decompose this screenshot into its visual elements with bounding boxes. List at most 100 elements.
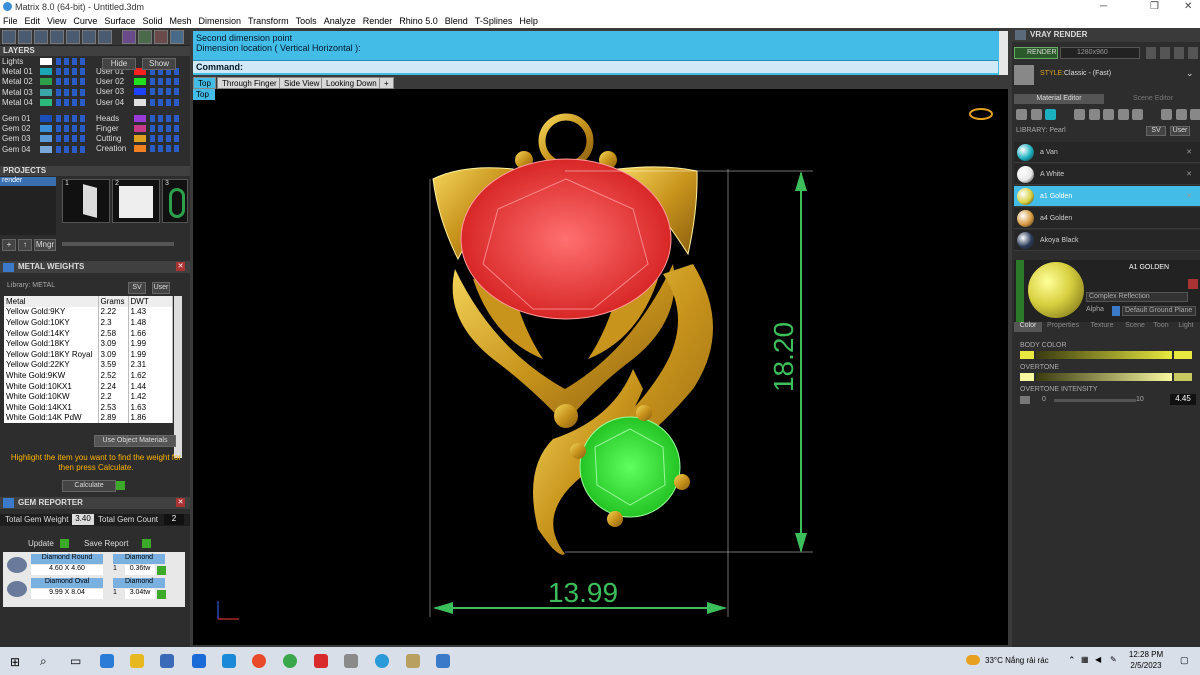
layer-color-swatch[interactable] [134, 145, 146, 153]
layer-toggle-icon[interactable] [158, 114, 163, 122]
material-delete-icon[interactable] [1188, 279, 1198, 289]
table-row[interactable]: Yellow Gold:10KY 2.3 1.48 [4, 317, 173, 328]
task-view-icon[interactable]: ▭ [70, 654, 81, 668]
layer-toggle-icon[interactable] [64, 125, 69, 133]
layer-toggle-icon[interactable] [166, 78, 171, 86]
layer-color-swatch[interactable] [134, 125, 146, 132]
chrome-alt-icon[interactable] [283, 654, 297, 668]
tab-material-editor[interactable]: Material Editor [1014, 94, 1104, 104]
gem-select-icon[interactable] [157, 590, 166, 599]
calculate-go-icon[interactable] [116, 481, 125, 490]
app-blue-icon[interactable] [436, 654, 450, 668]
tab-scene[interactable]: Scene [1122, 322, 1148, 329]
table-row[interactable]: White Gold:14K PdW 2.89 1.86 [4, 412, 173, 424]
close-button[interactable]: ✕ [1184, 1, 1192, 12]
layer-color-swatch[interactable] [40, 115, 52, 122]
menu-dimension[interactable]: Dimension [198, 16, 241, 26]
layer-color-swatch[interactable] [40, 135, 52, 143]
render-button[interactable]: RENDER [1014, 47, 1058, 59]
layer-toggle-icon[interactable] [150, 135, 155, 143]
store-icon[interactable] [160, 654, 174, 668]
layer-toggle-icon[interactable] [56, 125, 61, 133]
table-row[interactable]: White Gold:10KX1 2.24 1.44 [4, 380, 173, 392]
layer-toggle-icon[interactable] [80, 58, 85, 65]
chrome-icon[interactable] [252, 654, 266, 668]
zalo-icon[interactable] [222, 654, 236, 668]
table-row[interactable]: Yellow Gold:18KY Royal 3.09 1.99 [4, 348, 173, 360]
layer-toggle-icon[interactable] [174, 88, 179, 96]
layer-toggle-icon[interactable] [158, 145, 163, 153]
menu-transform[interactable]: Transform [248, 16, 289, 26]
save-report-go-icon[interactable] [142, 539, 151, 548]
layer-toggle-icon[interactable] [174, 125, 179, 132]
gem-reporter-close-icon[interactable]: ✕ [176, 498, 185, 507]
toolbar-filter-icon[interactable] [66, 30, 80, 44]
toolbar-select-icon[interactable] [98, 30, 112, 44]
material-list-item[interactable]: a4 Golden [1014, 208, 1200, 229]
style-chevron-down-icon[interactable]: ⌄ [1186, 68, 1194, 79]
file-explorer-icon[interactable] [130, 654, 144, 668]
preview-collapse-icon[interactable] [1016, 260, 1024, 322]
tray-language-icon[interactable]: ✎ [1110, 655, 1117, 664]
metal-lib-sv-button[interactable]: SV [128, 282, 146, 294]
layer-color-swatch[interactable] [40, 58, 52, 65]
layer-toggle-icon[interactable] [158, 78, 163, 86]
toolbar-print-icon[interactable] [34, 30, 48, 44]
material-cloud-icon[interactable] [1161, 109, 1172, 120]
render-view-icon[interactable] [1174, 47, 1184, 59]
menu-edit[interactable]: Edit [25, 16, 41, 26]
layer-toggle-icon[interactable] [80, 88, 85, 96]
layer-color-swatch[interactable] [134, 114, 146, 122]
layer-toggle-icon[interactable] [56, 115, 61, 122]
tab-top[interactable]: Top [193, 77, 216, 89]
layer-toggle-icon[interactable] [174, 98, 179, 106]
table-row[interactable]: Yellow Gold:22KY 3.59 2.31 [4, 359, 173, 371]
calculate-button[interactable]: Calculate [62, 480, 116, 492]
layer-toggle-icon[interactable] [64, 58, 69, 65]
layer-toggle-icon[interactable] [64, 115, 69, 122]
ring-preview-icon[interactable] [969, 108, 993, 120]
material-remove-icon[interactable]: ✕ [1186, 192, 1192, 200]
tab-texture[interactable]: Texture [1084, 322, 1120, 329]
tab-scene-editor[interactable]: Scene Editor [1108, 94, 1198, 104]
table-row[interactable]: Yellow Gold:14KY 2.58 1.66 [4, 327, 173, 339]
intensity-value[interactable]: 4.45 [1170, 394, 1196, 405]
tab-properties[interactable]: Properties [1044, 322, 1082, 329]
layer-toggle-icon[interactable] [166, 145, 171, 153]
mat-lib-user-button[interactable]: User [1170, 126, 1190, 136]
material-texture-icon[interactable] [1074, 109, 1085, 120]
projects-scrollbar[interactable] [62, 242, 174, 246]
layer-toggle-icon[interactable] [72, 125, 77, 133]
menu-help[interactable]: Help [519, 16, 538, 26]
project-thumb-1[interactable]: 1 [62, 179, 110, 223]
layer-toggle-icon[interactable] [56, 88, 61, 96]
material-fill-icon[interactable] [1016, 109, 1027, 120]
material-gem-shape-icon[interactable] [1030, 109, 1042, 120]
menu-solid[interactable]: Solid [142, 16, 162, 26]
weather-text[interactable]: 33°C Nắng rải rác [985, 656, 1049, 665]
up-project-button[interactable]: ↑ [18, 239, 32, 251]
gem-row[interactable]: Diamond Oval Diamond 9.99 X 8.04 1 3.04t… [3, 578, 185, 600]
add-project-button[interactable]: + [2, 239, 16, 251]
layer-color-swatch[interactable] [40, 88, 52, 96]
render-save-icon[interactable] [1160, 47, 1170, 59]
material-edit-icon[interactable] [1117, 109, 1129, 120]
menu-view[interactable]: View [47, 16, 66, 26]
layer-color-swatch[interactable] [134, 135, 146, 143]
layer-toggle-icon[interactable] [150, 88, 155, 96]
table-row[interactable]: Yellow Gold:18KY 3.09 1.99 [4, 338, 173, 349]
render-close-icon[interactable] [1188, 47, 1198, 59]
material-sphere-icon[interactable] [1045, 109, 1056, 120]
layer-toggle-icon[interactable] [166, 98, 171, 106]
material-list-item[interactable]: Akoya Black [1014, 230, 1200, 251]
material-bulb-icon[interactable] [1190, 109, 1200, 120]
menu-tools[interactable]: Tools [296, 16, 317, 26]
menu-curve[interactable]: Curve [73, 16, 97, 26]
tab-add[interactable]: + [379, 77, 394, 89]
layer-row[interactable]: Gem 03 [0, 134, 92, 143]
toolbar-gem-icon[interactable] [138, 30, 152, 44]
save-report-button[interactable]: Save Report [84, 539, 128, 548]
layer-toggle-icon[interactable] [80, 115, 85, 122]
layer-toggle-icon[interactable] [166, 88, 171, 96]
metal-table-scrollbar[interactable] [174, 296, 182, 458]
